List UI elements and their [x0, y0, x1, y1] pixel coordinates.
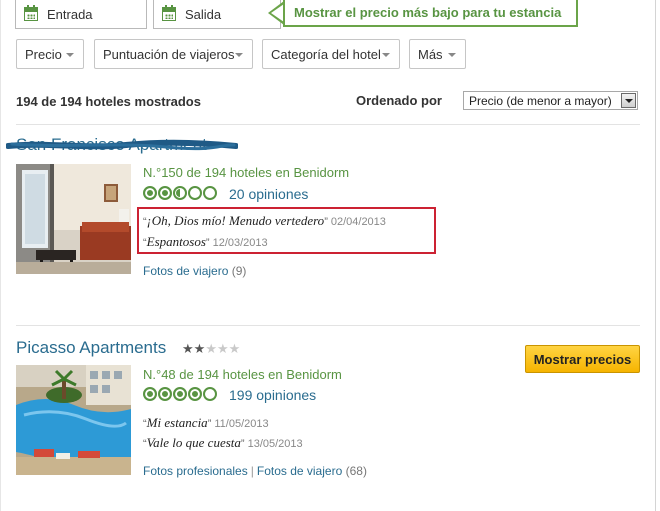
rating-bubble-full — [143, 186, 157, 200]
sort-value: Precio (de menor a mayor) — [469, 93, 612, 108]
rating-bubbles — [143, 186, 217, 200]
checkin-field[interactable]: Entrada — [15, 0, 147, 29]
checkin-placeholder: Entrada — [47, 6, 93, 22]
star-icon: ★ — [228, 341, 241, 356]
rating-bubble-full — [158, 186, 172, 200]
rating-bubble-full — [188, 387, 202, 401]
traveler-photos-link[interactable]: Fotos de viajero — [257, 464, 342, 478]
show-prices-button[interactable]: Mostrar precios — [525, 345, 640, 373]
rating-bubble-empty — [203, 387, 217, 401]
divider — [16, 124, 640, 125]
rating-bubbles — [143, 387, 217, 401]
filter-label: Categoría del hotel — [271, 46, 381, 62]
reviews-count-link[interactable]: 20 opiniones — [229, 186, 308, 202]
rating-bubble-full — [173, 387, 187, 401]
filter-more[interactable]: Más — [409, 39, 466, 69]
results-count: 194 de 194 hoteles mostrados — [16, 94, 201, 109]
quote-date: 11/05/2013 — [214, 418, 269, 430]
rating-bubble-half — [173, 186, 187, 200]
sort-label: Ordenado por — [356, 93, 442, 108]
chevron-down-icon — [382, 53, 390, 57]
filter-label: Precio — [25, 46, 62, 62]
reviews-count-link[interactable]: 199 opiniones — [229, 387, 316, 403]
chevron-down-icon — [448, 53, 456, 57]
review-quote[interactable]: “Mi estancia” 11/05/2013 — [143, 415, 269, 431]
calendar-icon — [24, 5, 38, 21]
star-icon: ★ — [216, 341, 229, 356]
lowest-price-tooltip: Mostrar el precio más bajo para tu estan… — [283, 0, 578, 27]
sort-select[interactable]: Precio (de menor a mayor) — [463, 91, 638, 110]
star-icon: ★ — [205, 341, 217, 356]
filter-hotel-class[interactable]: Categoría del hotel — [262, 39, 400, 69]
traveler-photos-link[interactable]: Fotos de viajero (9) — [143, 264, 246, 278]
rating-bubble-full — [143, 387, 157, 401]
chevron-down-icon — [66, 53, 74, 57]
checkout-placeholder: Salida — [185, 6, 222, 22]
hotel-photos-links: Fotos profesionales | Fotos de viajero (68… — [143, 464, 367, 478]
photo-count: (68) — [345, 464, 367, 478]
highlight-box — [137, 207, 436, 254]
hotel-photo[interactable] — [16, 164, 131, 274]
dropdown-arrow-icon[interactable] — [621, 93, 636, 108]
checkout-field[interactable]: Salida — [153, 0, 281, 29]
quote-text: Mi estancia — [146, 415, 208, 430]
quote-date: 13/05/2013 — [247, 438, 303, 450]
rating-bubble-empty — [203, 186, 217, 200]
calendar-icon — [162, 5, 176, 21]
filter-traveler-rating[interactable]: Puntuación de viajeros — [94, 39, 253, 69]
rating-bubble-empty — [188, 186, 202, 200]
photo-count: (9) — [231, 264, 247, 278]
hotel-photo[interactable] — [16, 365, 131, 475]
redaction-scribble — [6, 139, 238, 151]
filter-price[interactable]: Precio — [16, 39, 84, 69]
rating-bubble-full — [158, 387, 172, 401]
star-icon: ★ — [182, 341, 194, 356]
filter-label: Más — [418, 46, 443, 62]
filter-label: Puntuación de viajeros — [103, 46, 235, 62]
hotel-class-stars: ★ ★ ★ ★ ★ — [182, 342, 240, 355]
hotel-ranking: N.°48 de 194 hoteles en Benidorm — [143, 367, 342, 382]
star-icon: ★ — [193, 341, 206, 356]
hotel-name-link[interactable]: Picasso Apartments — [16, 338, 166, 358]
professional-photos-link[interactable]: Fotos profesionales — [143, 464, 248, 478]
divider — [16, 325, 640, 326]
quote-text: Vale lo que cuesta — [146, 435, 241, 450]
chevron-down-icon — [235, 53, 243, 57]
hotel-ranking: N.°150 de 194 hoteles en Benidorm — [143, 165, 350, 180]
separator: | — [250, 464, 254, 478]
review-quote[interactable]: “Vale lo que cuesta” 13/05/2013 — [143, 435, 303, 451]
